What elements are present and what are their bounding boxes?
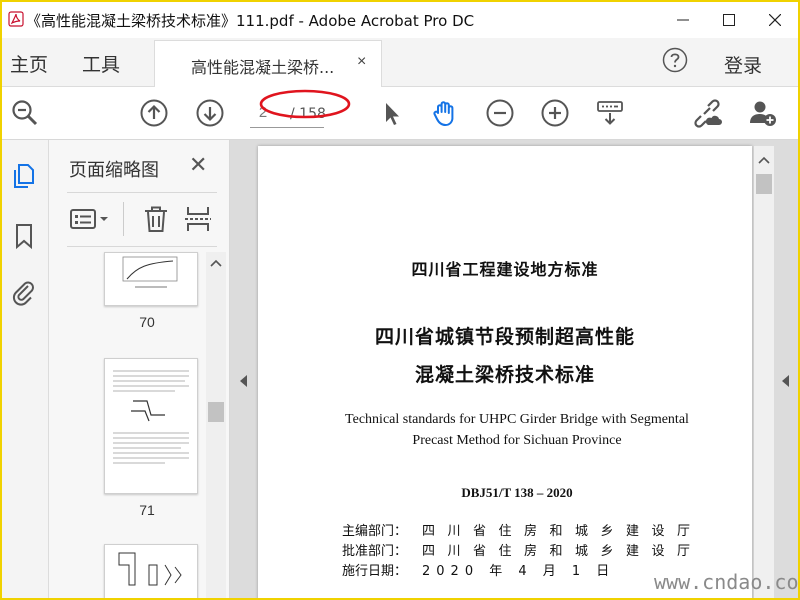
zoom-out-magnifier-icon (12, 100, 38, 126)
page-thumbnail-72[interactable] (104, 544, 198, 598)
document-tab-label: 高性能混凝土梁桥... (191, 58, 335, 77)
thumbnail-options-icon[interactable] (69, 204, 113, 234)
scroll-mode-button[interactable] (595, 98, 625, 128)
english-title-line2: Precast Method for Sichuan Province (412, 433, 622, 448)
close-icon (769, 14, 781, 26)
meta-label: 施行日期： (342, 564, 408, 579)
previous-page-button[interactable] (139, 98, 169, 128)
meta-value: 四川省住房和城乡建设厅 (422, 524, 703, 539)
window-title: 《高性能混凝土梁桥技术标准》111.pdf - Adobe Acrobat Pr… (26, 12, 475, 30)
meta-row-editor: 主编部门： 四川省住房和城乡建设厅 (342, 520, 690, 539)
close-window-button[interactable] (752, 2, 798, 38)
home-tab[interactable]: 主页 (10, 50, 48, 77)
bookmark-icon[interactable] (10, 222, 38, 250)
plus-circle-icon (541, 99, 569, 127)
triangle-left-icon (240, 375, 247, 387)
scroll-up-arrow-icon[interactable] (754, 152, 774, 168)
meta-row-effective-date: 施行日期： 2020 年 4 月 1 日 (342, 560, 609, 579)
panel-divider (67, 192, 217, 193)
document-view: 四川省工程建设地方标准 四川省城镇节段预制超高性能 混凝土梁桥技术标准 Tech… (230, 140, 798, 598)
meta-value: 2020 年 4 月 1 日 (422, 564, 616, 579)
panel-title: 页面缩略图 (69, 160, 159, 181)
add-person-icon (750, 101, 776, 126)
share-link-button[interactable] (692, 98, 722, 128)
document-title-line2: 混凝土梁桥技术标准 (414, 364, 595, 386)
delete-trash-icon[interactable] (141, 204, 171, 234)
red-annotation-ellipse (259, 89, 351, 119)
add-user-button[interactable] (748, 98, 778, 128)
standard-code: DBJ51/T 138 – 2020 (461, 485, 573, 500)
pdf-page: 四川省工程建设地方标准 四川省城镇节段预制超高性能 混凝土梁桥技术标准 Tech… (258, 146, 752, 598)
next-page-button[interactable] (195, 98, 225, 128)
english-title-line1: Technical standards for UHPC Girder Brid… (345, 412, 689, 427)
minus-circle-icon (486, 99, 514, 127)
title-bar: 《高性能混凝土梁桥技术标准》111.pdf - Adobe Acrobat Pr… (2, 2, 798, 38)
insert-page-icon[interactable] (183, 204, 213, 234)
minimize-icon (677, 19, 689, 21)
thumbnails-scrollbar[interactable] (206, 252, 226, 598)
hand-icon (433, 101, 454, 126)
panel-divider (67, 246, 217, 247)
minimize-button[interactable] (660, 2, 706, 38)
arrow-up-circle-icon (140, 99, 168, 127)
toolbar-divider (123, 202, 124, 236)
help-icon[interactable] (662, 47, 688, 73)
link-cloud-icon (694, 99, 722, 128)
hand-tool-button[interactable] (430, 98, 460, 128)
tools-tab[interactable]: 工具 (82, 50, 120, 77)
acrobat-window: 《高性能混凝土梁桥技术标准》111.pdf - Adobe Acrobat Pr… (2, 2, 798, 598)
document-title-line1: 四川省城镇节段预制超高性能 (374, 326, 635, 348)
arrow-down-circle-icon (196, 99, 224, 127)
menu-bar: 主页 工具 高性能混凝土梁桥... × 登录 (2, 38, 798, 87)
document-header: 四川省工程建设地方标准 (411, 260, 599, 279)
scroll-up-arrow-icon[interactable] (206, 256, 226, 272)
zoom-in-button[interactable] (540, 98, 570, 128)
meta-label: 主编部门： (342, 524, 408, 539)
document-tab[interactable]: 高性能混凝土梁桥... × (154, 40, 382, 87)
triangle-left-icon (782, 375, 789, 387)
acrobat-app-icon (8, 11, 24, 27)
attachment-paperclip-icon[interactable] (10, 278, 38, 306)
zoom-search-button[interactable] (10, 98, 40, 128)
meta-value: 四川省住房和城乡建设厅 (422, 544, 703, 559)
scrollbar-thumb[interactable] (208, 402, 224, 422)
scrollbar-thumb[interactable] (756, 174, 772, 194)
collapse-left-button[interactable] (238, 374, 248, 393)
keyboard-scroll-icon (597, 101, 623, 125)
login-link[interactable]: 登录 (724, 51, 762, 78)
watermark-text: www.cndao.com (654, 570, 798, 594)
page-thumbnails-icon[interactable] (10, 162, 38, 190)
collapse-right-button[interactable] (780, 374, 790, 393)
maximize-button[interactable] (706, 2, 752, 38)
panel-close-button[interactable]: ✕ (189, 152, 207, 178)
meta-label: 批准部门： (342, 544, 408, 559)
zoom-out-button[interactable] (485, 98, 515, 128)
thumbnail-text-image (113, 370, 189, 464)
meta-row-approver: 批准部门： 四川省住房和城乡建设厅 (342, 540, 690, 559)
document-scrollbar[interactable] (754, 146, 774, 598)
thumbnail-graph-image (122, 256, 178, 288)
toolbar: 2 / 158 (2, 87, 798, 140)
document-tab-close-button[interactable]: × (357, 53, 366, 71)
page-input-underline (250, 127, 324, 128)
navigation-rail (2, 140, 49, 598)
select-tool-button[interactable] (377, 98, 407, 128)
cursor-arrow-icon (386, 103, 399, 125)
maximize-icon (723, 14, 735, 26)
thumbnail-drawing-image (118, 552, 182, 586)
page-thumbnail-70[interactable] (104, 252, 198, 306)
thumbnails-panel: 页面缩略图 ✕ 70 71 (49, 140, 230, 598)
page-thumbnail-71[interactable] (104, 358, 198, 494)
